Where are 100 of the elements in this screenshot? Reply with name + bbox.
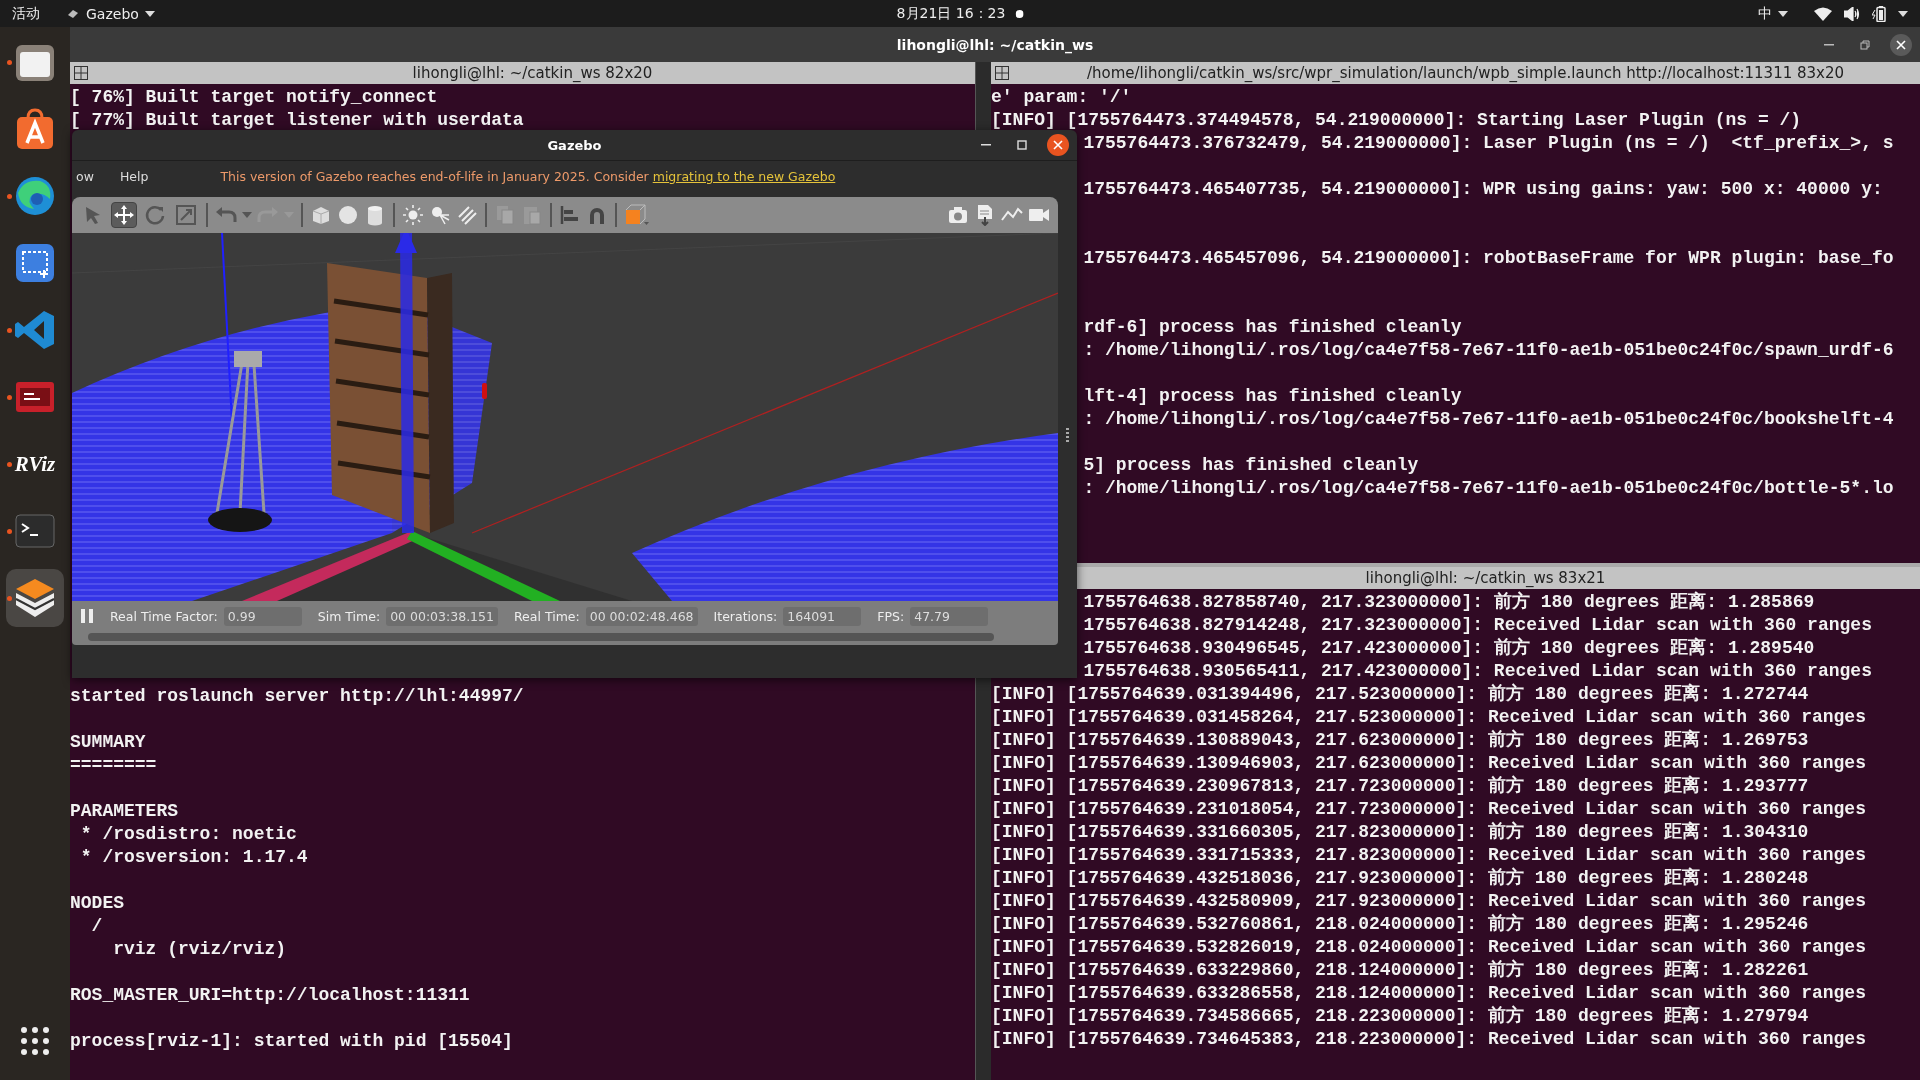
pane-title: lihongli@lhl: ~/catkin_ws 82x20 [411, 64, 654, 82]
stat-value: 47.79 [910, 606, 989, 626]
stat-label: Iterations: [713, 608, 778, 624]
terminal-line: [INFO] [1755764639.432580909, 217.923000000]: Received Lidar scan with 360 ranges [991, 891, 1866, 911]
terminal-line: e' param: '/' [991, 87, 1132, 107]
caret-icon [1778, 10, 1788, 17]
stat-label: Sim Time: [317, 608, 381, 624]
terminal-line: [INFO] [1755764639.331715333, 217.823000000]: Received Lidar scan with 360 ranges [991, 845, 1866, 865]
system-menu[interactable] [1814, 5, 1908, 22]
pane-title: /home/lihongli/catkin_ws/src/wpr_simulation/launch/wpb_simple.launch http://localhost:11311 83x20 [1085, 64, 1846, 82]
terminal-line: SUMMARY [70, 732, 146, 752]
terminal-line: [INFO] [1755764639.031394496, 217.523000000]: 前方 180 degrees 距离: 1.272744 [991, 684, 1809, 704]
activities-button[interactable]: 活动 [12, 4, 40, 23]
stat-label: Real Time: [514, 608, 580, 624]
terminal-line: / [90, 916, 103, 936]
input-method-menu[interactable]: 中 [1758, 4, 1788, 23]
grid-menu-icon[interactable] [995, 66, 1009, 80]
close-icon [1053, 140, 1063, 150]
app-logo: RViz [14, 451, 56, 477]
maximize-icon [1017, 140, 1027, 150]
terminal-line: * /rosversion: 1.17.4 [79, 847, 308, 867]
terminal-line: rdf-6] process has finished cleanly [1083, 317, 1462, 337]
terminal-line: [ 77%] Built target listener with userdata [70, 110, 524, 130]
terminal-line: 1755764473.376732479, 54.219000000]: Laser Plugin (ns = /) <tf_prefix_>, s [1083, 133, 1894, 153]
terminal-line: [INFO] [1755764639.432518036, 217.923000000]: 前方 180 degrees 距离: 1.280248 [991, 868, 1809, 888]
window-title: Gazebo [547, 137, 602, 153]
terminal-line: : /home/lihongli/.ros/log/ca4e7f58-7e67-11f0-ae1b-051be0c24f0c/spawn_urdf-6 [1083, 340, 1894, 360]
minimize-icon [981, 144, 991, 146]
terminal-line: * /rosdistro: noetic [79, 824, 297, 844]
terminal-line: rviz (rviz/rviz) [112, 939, 287, 959]
grid-menu-icon[interactable] [74, 66, 88, 80]
terminal-line: [INFO] [1755764639.734586665, 218.223000000]: 前方 180 degrees 距离: 1.279794 [991, 1006, 1809, 1026]
terminal-line: [INFO] [1755764639.633229860, 218.124000000]: 前方 180 degrees 距离: 1.282261 [991, 960, 1809, 980]
sphere-icon[interactable] [337, 204, 359, 226]
terminal-line: [INFO] [1755764639.031458264, 217.523000000]: Received Lidar scan with 360 ranges [991, 707, 1866, 727]
battery-icon [1872, 5, 1886, 22]
tool-button[interactable] [111, 202, 137, 228]
terminal-line: ROS_MASTER_URI=http://localhost:11311 [70, 985, 470, 1005]
terminal-line: process[rviz-1]: started with pid [15504] [70, 1031, 513, 1051]
clock[interactable]: 8月21日 16：23 [896, 4, 1006, 23]
terminal-line: : /home/lihongli/.ros/log/ca4e7f58-7e67-11f0-ae1b-051be0c24f0c/bookshelft-4 [1083, 409, 1894, 429]
move-arrows-icon [113, 204, 135, 226]
terminal-line: 1755764473.465457096, 54.219000000]: robotBaseFrame for WPR plugin: base_fo [1083, 248, 1894, 268]
dock-item[interactable] [6, 569, 64, 627]
dock-item[interactable]: RViz [6, 435, 64, 493]
pause-icon[interactable] [80, 608, 94, 624]
restore-icon [1860, 39, 1870, 50]
notice-text: This version of Gazebo reaches end-of-life in January 2025. Consider migrating to the new Gazebo [220, 168, 836, 184]
terminal-line: [INFO] [1755764639.633286558, 218.124000000]: Received Lidar scan with 360 ranges [991, 983, 1866, 1003]
terminal-line: [INFO] [1755764639.230967813, 217.723000000]: 前方 180 degrees 距离: 1.293777 [991, 776, 1809, 796]
terminal-line: [INFO] [1755764639.130889043, 217.623000000]: 前方 180 degrees 距离: 1.269753 [991, 730, 1809, 750]
terminal-line: [INFO] [1755764639.331660305, 217.823000000]: 前方 180 degrees 距离: 1.304310 [991, 822, 1809, 842]
stat-value: 0.99 [223, 606, 302, 626]
terminal-line: [INFO] [1755764639.734645383, 218.223000000]: Received Lidar scan with 360 ranges [991, 1029, 1866, 1049]
minimize-icon [1824, 43, 1834, 46]
window-title: lihongli@lhl: ~/catkin_ws [896, 36, 1094, 53]
stat-value: 00 00:02:48.468 [585, 606, 698, 626]
app-menu[interactable]: Gazebo [66, 5, 155, 22]
terminal-line: 1755764638.827858740, 217.323000000]: 前方 180 degrees 距离: 1.285869 [1083, 592, 1815, 612]
stat-label: Real Time Factor: [110, 608, 218, 624]
spotlight-icon[interactable] [429, 204, 451, 226]
scrollbar[interactable] [88, 633, 995, 641]
pane-title: lihongli@lhl: ~/catkin_ws 83x21 [1364, 569, 1606, 587]
camera-icon[interactable] [947, 204, 969, 226]
splitter-handle-icon[interactable] [1066, 427, 1069, 442]
notice-link[interactable]: migrating to the new Gazebo [652, 168, 836, 184]
caret-icon[interactable] [242, 212, 252, 218]
close-icon [1896, 39, 1906, 50]
grid-icon [19, 1025, 51, 1057]
volume-icon [1844, 6, 1860, 21]
close-button[interactable] [1890, 33, 1912, 56]
wifi-icon [1814, 6, 1832, 21]
scale-icon [175, 204, 197, 226]
3d-scene-drawing[interactable] [72, 233, 1058, 601]
terminal-line: 1755764473.465407735, 54.219000000]: WPR using gains: yaw: 500 x: 40000 y: [1083, 179, 1883, 199]
directional-light-icon[interactable] [456, 204, 478, 226]
close-button[interactable] [1047, 134, 1069, 156]
terminal-line: [INFO] [1755764639.532826019, 218.024000000]: Received Lidar scan with 360 ranges [991, 937, 1866, 957]
sun-icon[interactable] [402, 204, 424, 226]
terminal-line: [INFO] [1755764473.374494578, 54.219000000]: Starting Laser Plugin (ns = /) [991, 110, 1802, 130]
menu-item[interactable]: Help [115, 168, 153, 184]
terminal-line: [INFO] [1755764639.130946903, 217.623000000]: Received Lidar scan with 360 ranges [991, 753, 1866, 773]
terminal-line: 1755764638.827914248, 217.323000000]: Received Lidar scan with 360 ranges [1083, 615, 1872, 635]
terminal-line: [INFO] [1755764639.532760861, 218.024000000]: 前方 180 degrees 距离: 1.295246 [991, 914, 1809, 934]
box-icon[interactable] [310, 204, 332, 226]
stat-label: FPS: [877, 608, 905, 624]
cube-icon[interactable] [624, 204, 650, 226]
terminal-line: started roslaunch server http://lhl:44997/ [70, 686, 524, 706]
terminal-line: NODES [70, 893, 124, 913]
align-icon[interactable] [559, 204, 581, 226]
terminal-line: ======== [70, 755, 157, 775]
rotate-icon [144, 204, 166, 226]
terminal-line: 1755764638.930496545, 217.423000000]: 前方 180 degrees 距离: 1.289540 [1083, 638, 1815, 658]
terminal-line: lft-4] process has finished cleanly [1083, 386, 1462, 406]
terminal-line: 5] process has finished cleanly [1083, 455, 1419, 475]
caret-icon [1898, 10, 1908, 17]
stat-value: 164091 [783, 606, 862, 626]
terminal-line: : /home/lihongli/.ros/log/ca4e7f58-7e67-11f0-ae1b-051be0c24f0c/bottle-5*.lo [1083, 478, 1894, 498]
menu-item[interactable]: ow [72, 168, 98, 184]
stat-value: 00 00:03:38.151 [386, 606, 498, 626]
